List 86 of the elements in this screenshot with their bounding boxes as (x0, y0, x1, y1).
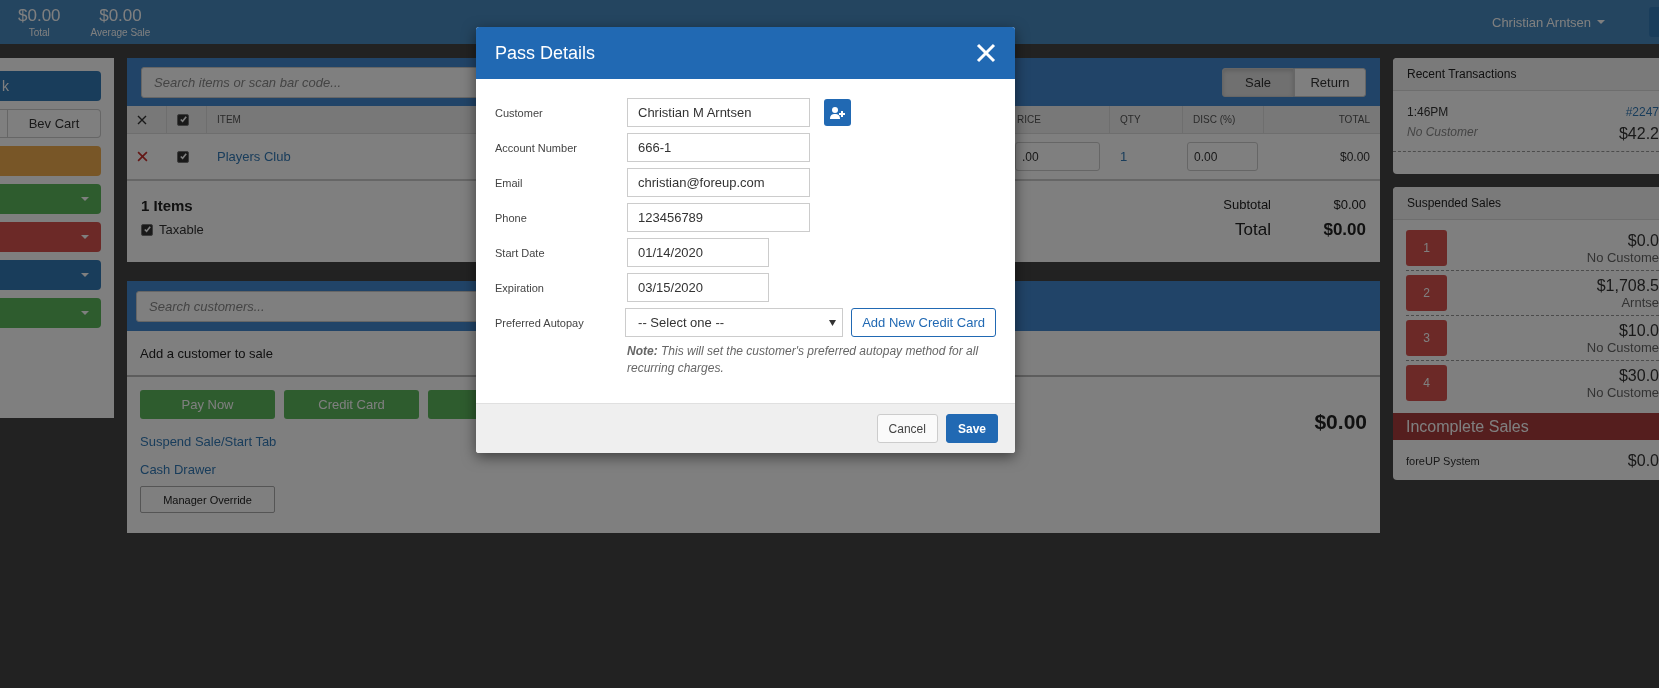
menu-button[interactable]: k (0, 71, 101, 101)
input-field[interactable]: Christian M Arntsen (627, 98, 810, 127)
panel-title: Suspended Sales (1393, 187, 1659, 220)
sale-amount: $10.0 (1618, 321, 1659, 340)
user-plus-icon (830, 106, 845, 119)
caret-icon (1597, 20, 1605, 24)
sale-amount: $0.0 (1627, 452, 1659, 470)
input-field[interactable]: 123456789 (627, 203, 810, 232)
customer-name: Arntse (1621, 294, 1659, 310)
quantity-link[interactable]: 1 (1120, 149, 1128, 164)
menu-button[interactable] (0, 146, 101, 176)
stat-label: Total (28, 25, 50, 39)
dialog-title: Pass Details (495, 42, 596, 64)
action-link[interactable]: Cash Drawer (140, 462, 563, 477)
caret-icon (81, 235, 89, 239)
date-field[interactable]: 03/15/2020 (627, 273, 769, 302)
discount-field[interactable]: 0.00 (1187, 142, 1258, 171)
mode-tab[interactable]: Sale (1222, 67, 1294, 97)
field-label: Phone (495, 211, 528, 224)
items-count: 1 Items (141, 197, 194, 214)
save-button[interactable]: Save (945, 414, 998, 443)
caret-icon (81, 311, 89, 315)
checkbox[interactable] (141, 223, 153, 236)
customer-name: No Customer (1407, 125, 1479, 141)
amount-due: $0.00 (1314, 410, 1367, 435)
sale-amount: $30.0 (1618, 366, 1659, 385)
field-label: Email (495, 176, 524, 189)
autopay-select[interactable]: -- Select one -- (625, 308, 844, 337)
autopay-note: Note: This will set the customer's preferred autopay method for all recurring charges. (627, 343, 980, 377)
dropdown-button[interactable] (0, 298, 101, 328)
item-link[interactable]: Players Club (217, 149, 291, 164)
sale-source: foreUP System (1406, 455, 1480, 467)
field-label: Start Date (495, 246, 546, 259)
dropdown-button[interactable] (0, 184, 101, 214)
taxable-label: Taxable (159, 222, 204, 237)
sale-amount: $0.0 (1627, 231, 1659, 250)
checkbox[interactable] (177, 113, 189, 126)
mode-tab[interactable]: Return (1294, 67, 1366, 97)
field-label: Customer (495, 106, 544, 119)
transaction-time: 1:46PM (1407, 105, 1450, 119)
panel-title: Recent Transactions (1393, 58, 1659, 91)
field-label: Account Number (495, 141, 578, 154)
customer-name: No Custome (1586, 249, 1659, 265)
subtotal-label: Subtotal (1223, 197, 1271, 212)
date-field[interactable]: 01/14/2020 (627, 238, 769, 267)
add-credit-card-button[interactable]: Add New Credit Card (851, 308, 996, 337)
sale-number-button[interactable]: 4 (1406, 365, 1447, 401)
field-label: Expiration (495, 281, 545, 294)
incomplete-sales-header: Incomplete Sales (1393, 413, 1659, 440)
dropdown-button[interactable] (0, 260, 101, 290)
column-header: RICE (1015, 106, 1110, 134)
stat-value: $0.00 (99, 5, 142, 26)
caret-icon (829, 319, 837, 326)
total-value: $0.00 (1323, 220, 1366, 240)
close-icon[interactable] (976, 43, 996, 63)
transaction-link[interactable]: #2247 (1618, 105, 1659, 119)
sale-number-button[interactable]: 2 (1406, 275, 1447, 311)
input-field[interactable]: 666-1 (627, 133, 810, 162)
user-menu[interactable]: Christian Arntsen (1492, 14, 1605, 30)
dropdown-button[interactable] (0, 222, 101, 252)
stat-value: $0.00 (18, 5, 61, 26)
sale-number-button[interactable]: 3 (1406, 320, 1447, 356)
total-cell: $0.00 (1339, 149, 1370, 164)
column-header: QTY (1110, 106, 1183, 134)
subtotal-value: $0.00 (1333, 197, 1366, 212)
group-button[interactable]: Bev Cart (8, 109, 101, 138)
add-customer-button[interactable] (824, 99, 851, 126)
manager-override-button[interactable]: Manager Override (140, 486, 275, 513)
customer-name: No Custome (1586, 384, 1659, 400)
input-field[interactable]: christian@foreup.com (627, 168, 810, 197)
close-icon (137, 114, 147, 125)
remove-icon[interactable] (137, 151, 148, 162)
caret-icon (81, 197, 89, 201)
sale-number-button[interactable]: 1 (1406, 230, 1447, 266)
field-label: Preferred Autopay (495, 316, 585, 329)
column-header: DISC (%) (1183, 106, 1264, 134)
caret-icon (81, 273, 89, 277)
customer-name: No Custome (1586, 339, 1659, 355)
total-label: Total (1235, 220, 1271, 240)
cancel-button[interactable]: Cancel (876, 414, 938, 443)
transaction-amount: $42.2 (1618, 125, 1659, 143)
group-button[interactable] (0, 109, 8, 138)
checkbox[interactable] (177, 150, 189, 163)
column-header: TOTAL (1264, 106, 1380, 134)
sale-amount: $1,708.5 (1596, 276, 1659, 295)
stat-label: Average Sale (90, 25, 151, 39)
